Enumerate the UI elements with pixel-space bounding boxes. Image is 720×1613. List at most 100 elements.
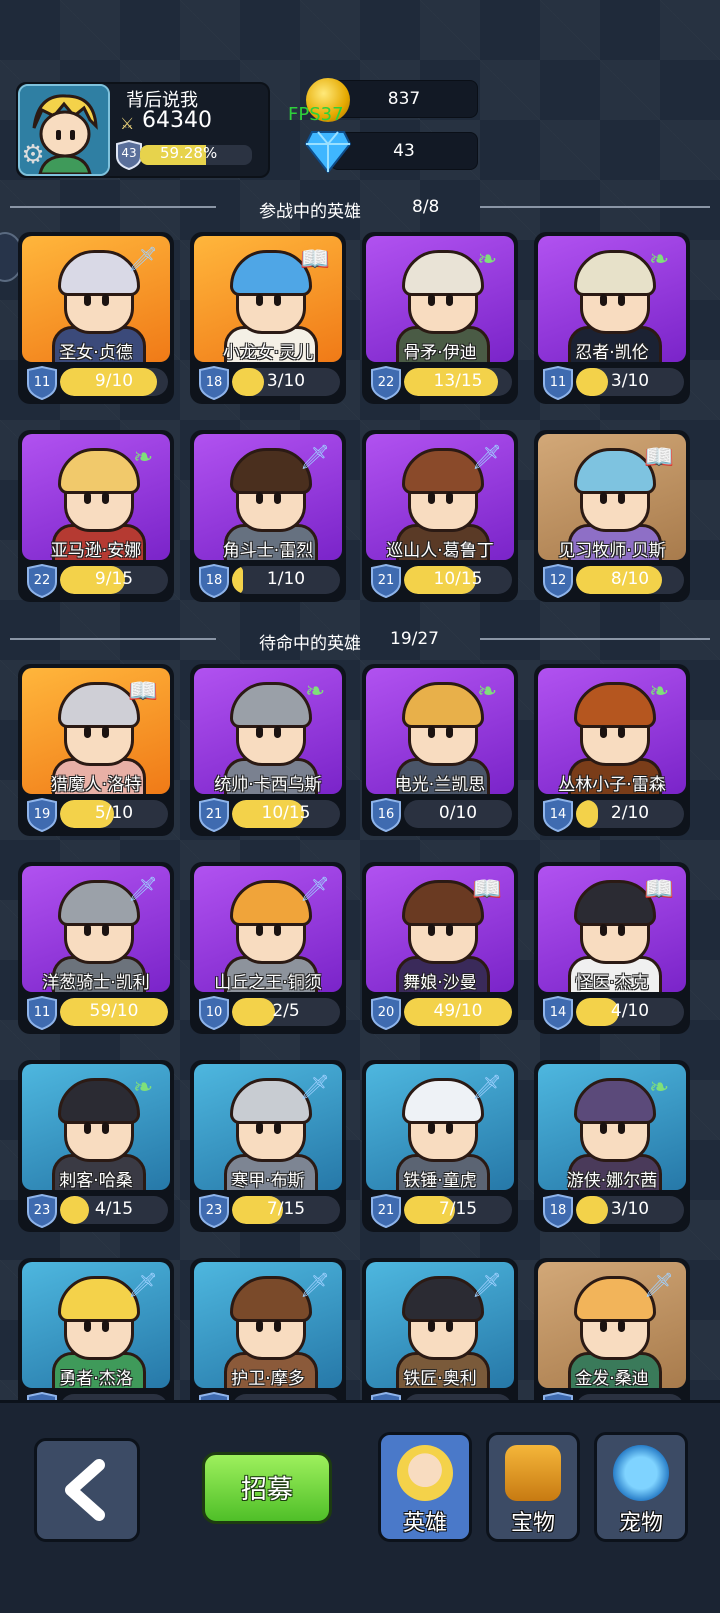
hero-eye xyxy=(446,726,453,738)
hero-shard-progress: 4/10 xyxy=(610,1001,650,1021)
hero-eye xyxy=(618,492,625,504)
hero-shard-progress: 59/10 xyxy=(89,1001,139,1021)
wing-icon: ❧ xyxy=(648,1073,670,1101)
hero-portrait: 🗡 铁锤·童虎 xyxy=(366,1064,514,1190)
tab-heroes[interactable]: 英雄 xyxy=(378,1432,472,1542)
book-icon: 📖 xyxy=(472,875,502,903)
sword-icon: 🗡 xyxy=(643,1271,675,1299)
hero-portrait: ❧ 电光·兰凯思 xyxy=(366,668,514,794)
hero-card[interactable]: ❧ 统帅·卡西乌斯 21 10/15 xyxy=(190,664,346,836)
hero-eye xyxy=(274,1320,281,1332)
hero-name: 小龙女·灵儿 xyxy=(222,343,314,362)
hero-eye xyxy=(84,726,91,738)
hero-shard-progress: 9/10 xyxy=(94,371,134,391)
hero-shard-progress: 2/10 xyxy=(610,803,650,823)
hero-eye xyxy=(600,492,607,504)
hero-card[interactable]: 🗡 洋葱骑士·凯利 11 59/10 xyxy=(18,862,174,1034)
hero-card[interactable]: ❧ 丛林小子·雷森 14 2/10 xyxy=(534,664,690,836)
hero-card[interactable]: ❧ 忍者·凯伦 11 3/10 xyxy=(534,232,690,404)
hero-card[interactable]: 🗡 角斗士·雷烈 18 1/10 xyxy=(190,430,346,602)
sword-icon: 🗡 xyxy=(127,875,159,903)
hero-card[interactable]: 🗡 铁锤·童虎 21 7/15 xyxy=(362,1060,518,1232)
hero-card[interactable]: 🗡 寒甲·布斯 23 7/15 xyxy=(190,1060,346,1232)
hero-portrait: 🗡 护卫·摩多 xyxy=(194,1262,342,1388)
hero-card[interactable]: 📖 见习牧师·贝斯 12 8/10 xyxy=(534,430,690,602)
hero-shard-progress: 3/10 xyxy=(610,1199,650,1219)
hero-eye xyxy=(618,726,625,738)
tab-heroes-label: 英雄 xyxy=(402,1511,447,1536)
hero-eye xyxy=(428,1320,435,1332)
hero-eye xyxy=(428,294,435,306)
hero-name: 角斗士·雷烈 xyxy=(222,541,314,560)
sword-icon: 🗡 xyxy=(299,1073,331,1101)
hero-card[interactable]: ❧ 亚马逊·安娜 22 9/15 xyxy=(18,430,174,602)
hero-eye xyxy=(428,726,435,738)
wing-icon: ❧ xyxy=(132,443,154,471)
sword-icon: 🗡 xyxy=(127,1271,159,1299)
hero-level: 20 xyxy=(377,1005,395,1020)
hero-card[interactable]: 📖 怪医·杰克 14 4/10 xyxy=(534,862,690,1034)
hero-level: 11 xyxy=(33,1005,51,1020)
hero-eye xyxy=(274,492,281,504)
hero-eye xyxy=(428,1122,435,1134)
wing-icon: ❧ xyxy=(648,677,670,705)
hero-name: 刺客·哈桑 xyxy=(59,1171,133,1190)
hero-eye xyxy=(600,1122,607,1134)
hero-eye xyxy=(446,924,453,936)
hero-card[interactable]: ❧ 骨矛·伊迪 22 13/15 xyxy=(362,232,518,404)
hero-eye xyxy=(600,726,607,738)
hero-name: 勇者·杰洛 xyxy=(59,1369,133,1388)
hero-level: 14 xyxy=(549,1005,567,1020)
hero-card[interactable]: 📖 舞娘·沙曼 20 49/10 xyxy=(362,862,518,1034)
tab-treasures[interactable]: 宝物 xyxy=(486,1432,580,1542)
hero-eye xyxy=(274,726,281,738)
hero-eye xyxy=(102,726,109,738)
hero-card[interactable]: 🗡 巡山人·葛鲁丁 21 10/15 xyxy=(362,430,518,602)
hero-card[interactable]: 📖 小龙女·灵儿 18 3/10 xyxy=(190,232,346,404)
hero-eye xyxy=(428,924,435,936)
back-arrow-icon xyxy=(65,1459,105,1521)
hero-shard-progress: 9/15 xyxy=(94,569,134,589)
hero-name: 游侠·娜尔茜 xyxy=(566,1171,658,1190)
hero-eye xyxy=(274,924,281,936)
tab-pets[interactable]: 宠物 xyxy=(594,1432,688,1542)
sword-icon: 🗡 xyxy=(471,443,503,471)
hero-level: 18 xyxy=(205,375,223,390)
hero-eye xyxy=(256,1320,263,1332)
hero-name: 统帅·卡西乌斯 xyxy=(214,775,322,794)
back-button[interactable] xyxy=(34,1438,140,1542)
hero-level: 22 xyxy=(377,375,395,390)
hero-card[interactable]: 📖 猎魔人·洛特 19 5/10 xyxy=(18,664,174,836)
hero-eye xyxy=(618,294,625,306)
sword-icon: 🗡 xyxy=(299,875,331,903)
hero-portrait: ❧ 亚马逊·安娜 xyxy=(22,434,170,560)
hero-card[interactable]: 🗡 圣女·贞德 11 9/10 xyxy=(18,232,174,404)
hero-name: 亚马逊·安娜 xyxy=(50,541,142,560)
sword-icon: 🗡 xyxy=(299,1271,331,1299)
hero-portrait: 🗡 寒甲·布斯 xyxy=(194,1064,342,1190)
hero-portrait: 📖 猎魔人·洛特 xyxy=(22,668,170,794)
hero-eye xyxy=(618,924,625,936)
hero-portrait: ❧ 刺客·哈桑 xyxy=(22,1064,170,1190)
hero-eye xyxy=(84,294,91,306)
hero-portrait: 🗡 圣女·贞德 xyxy=(22,236,170,362)
hero-level: 23 xyxy=(205,1203,223,1218)
hero-name: 电光·兰凯思 xyxy=(394,775,486,794)
hero-level: 10 xyxy=(205,1005,223,1020)
hero-card[interactable]: ❧ 游侠·娜尔茜 18 3/10 xyxy=(534,1060,690,1232)
hero-level: 23 xyxy=(33,1203,51,1218)
hero-card[interactable]: ❧ 电光·兰凯思 16 0/10 xyxy=(362,664,518,836)
recruit-button[interactable]: 招募 xyxy=(202,1452,332,1524)
hero-card[interactable]: ❧ 刺客·哈桑 23 4/15 xyxy=(18,1060,174,1232)
hero-portrait: 🗡 铁匠·奥利 xyxy=(366,1262,514,1388)
hero-shard-progress: 10/15 xyxy=(261,803,311,823)
hero-eye xyxy=(274,294,281,306)
hero-eye xyxy=(274,1122,281,1134)
hero-portrait: 🗡 勇者·杰洛 xyxy=(22,1262,170,1388)
hero-eye xyxy=(84,1320,91,1332)
hero-card[interactable]: 🗡 山丘之王·铜须 10 2/5 xyxy=(190,862,346,1034)
hero-shard-progress: 3/10 xyxy=(266,371,306,391)
hero-eye xyxy=(428,492,435,504)
wing-icon: ❧ xyxy=(476,677,498,705)
hero-eye xyxy=(256,1122,263,1134)
